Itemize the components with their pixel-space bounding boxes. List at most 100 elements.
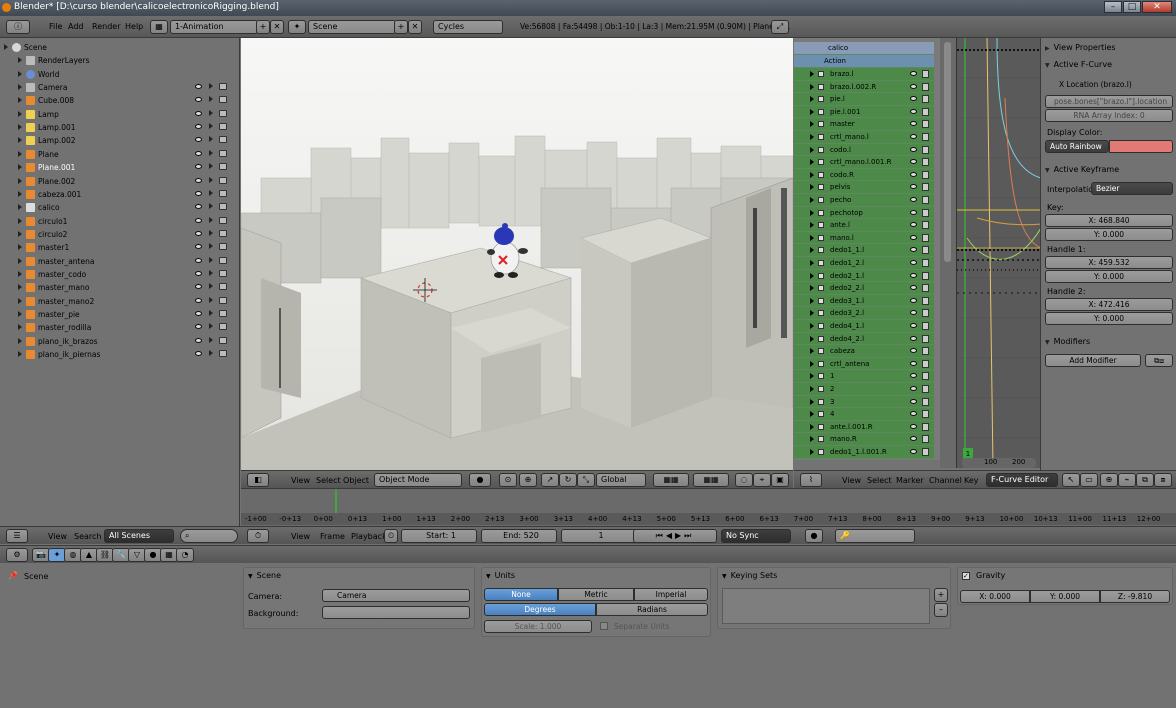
visibility-eye-icon[interactable] (910, 297, 917, 303)
visibility-eye-icon[interactable] (910, 323, 917, 328)
channel-checkbox[interactable] (818, 423, 824, 430)
expand-toggle-icon[interactable] (810, 411, 814, 418)
3d-viewport[interactable] (241, 38, 793, 470)
visibility-eye-icon[interactable] (195, 337, 202, 343)
gravity-x-field[interactable]: X: 0.000 (960, 590, 1030, 603)
outliner-item-label[interactable]: Plane (38, 148, 59, 161)
channel-action-row[interactable]: Action (794, 55, 934, 68)
paste-icon[interactable]: ⧈ (1154, 473, 1172, 487)
expand-toggle-icon[interactable] (18, 190, 24, 197)
menu-search[interactable]: Search (74, 532, 101, 541)
visibility-eye-icon[interactable] (910, 360, 917, 366)
lock-icon[interactable] (922, 296, 929, 305)
expand-toggle-icon[interactable] (18, 297, 24, 304)
outliner-row[interactable]: master_codo (0, 268, 240, 281)
render-camera-icon[interactable] (219, 350, 227, 358)
menu-view[interactable]: View (291, 532, 310, 541)
interpolation-select[interactable]: Bezier (1091, 182, 1173, 195)
expand-toggle-icon[interactable] (810, 108, 814, 115)
visibility-eye-icon[interactable] (910, 209, 917, 215)
minimize-button[interactable]: – (1104, 1, 1122, 13)
layers-grid-icon[interactable]: ▦▦ (653, 473, 689, 487)
manipulator-icon[interactable]: ⊕ (519, 473, 537, 487)
channel-row[interactable]: ante.l (794, 219, 934, 232)
render-camera-icon[interactable] (219, 323, 227, 331)
add-keying-set-button[interactable]: + (934, 588, 948, 602)
lock-icon[interactable] (922, 133, 929, 141)
expand-toggle-icon[interactable] (810, 146, 814, 153)
lock-icon[interactable] (922, 259, 929, 267)
lock-icon[interactable] (922, 158, 929, 167)
selectable-cursor-icon[interactable] (209, 323, 213, 330)
expand-toggle-icon[interactable] (810, 234, 814, 241)
channel-checkbox[interactable] (818, 335, 824, 342)
selectable-cursor-icon[interactable] (209, 149, 213, 156)
channel-row[interactable]: dedo3_2.l (794, 307, 934, 320)
channel-row[interactable]: master (794, 118, 934, 131)
channel-checkbox[interactable] (818, 83, 824, 90)
channel-checkbox[interactable] (818, 285, 824, 292)
expand-toggle-icon[interactable] (810, 209, 814, 216)
expand-toggle-icon[interactable] (18, 351, 24, 358)
lock-icon[interactable] (922, 70, 929, 78)
outliner-row[interactable]: World (0, 68, 240, 81)
render-camera-icon[interactable] (219, 296, 227, 304)
data-path-field[interactable]: pose.bones["brazo.l"].location (1045, 95, 1173, 108)
render-camera-icon[interactable] (219, 203, 227, 211)
selectable-cursor-icon[interactable] (209, 163, 213, 170)
visibility-eye-icon[interactable] (910, 335, 917, 341)
expand-toggle-icon[interactable] (810, 96, 814, 103)
add-modifier-button[interactable]: Add Modifier (1045, 354, 1141, 367)
outliner-row[interactable]: circulo2 (0, 228, 240, 241)
copy-modifiers-icon[interactable]: ⧉⧈ (1145, 354, 1173, 367)
channel-checkbox[interactable] (818, 96, 824, 103)
expand-toggle-icon[interactable] (810, 373, 814, 380)
expand-toggle-icon[interactable] (18, 337, 24, 344)
visibility-eye-icon[interactable] (195, 124, 202, 130)
menu-file[interactable]: File (49, 22, 62, 31)
render-camera-icon[interactable] (219, 216, 227, 224)
visibility-eye-icon[interactable] (910, 121, 917, 127)
render-camera-icon[interactable] (219, 83, 227, 91)
visibility-eye-icon[interactable] (195, 270, 202, 276)
channel-row[interactable]: dedo1_1.l.001.R (794, 446, 934, 459)
visibility-eye-icon[interactable] (910, 197, 917, 202)
shading-icon[interactable]: ● (469, 473, 491, 487)
radians-button[interactable]: Radians (596, 603, 708, 616)
background-field[interactable] (322, 606, 470, 619)
expand-toggle-icon[interactable] (810, 297, 814, 304)
menu-key[interactable]: Key (964, 476, 979, 485)
expand-toggle-icon[interactable] (810, 285, 814, 292)
expand-toggle-icon[interactable] (18, 230, 24, 237)
expand-toggle-icon[interactable] (810, 310, 814, 317)
lock-icon[interactable] (922, 145, 929, 154)
channel-row[interactable]: pie.l.001 (794, 105, 934, 119)
outliner-row[interactable]: Plane.002 (0, 175, 240, 188)
visibility-eye-icon[interactable] (910, 184, 917, 190)
channel-checkbox[interactable] (818, 398, 824, 405)
expand-toggle-icon[interactable] (18, 270, 24, 277)
pin-icon[interactable]: 📌 (8, 571, 18, 580)
channel-checkbox[interactable] (818, 134, 824, 140)
visibility-eye-icon[interactable] (910, 96, 917, 102)
layers-grid2-icon[interactable]: ▦▦ (693, 473, 729, 487)
outliner-row[interactable]: master_mano2 (0, 295, 240, 308)
selectable-cursor-icon[interactable] (209, 296, 213, 303)
add-layout-button[interactable]: + (256, 20, 270, 34)
outliner-item-label[interactable]: master1 (38, 241, 69, 254)
channel-checkbox[interactable] (818, 360, 824, 367)
channel-row[interactable]: ante.l.001.R (794, 420, 934, 434)
expand-toggle-icon[interactable] (810, 272, 814, 279)
channel-checkbox[interactable] (818, 197, 824, 203)
outliner-row[interactable]: master_rodilla (0, 321, 240, 334)
lock-icon[interactable] (922, 334, 929, 343)
expand-toggle-icon[interactable] (810, 423, 814, 430)
expand-toggle-icon[interactable] (18, 70, 24, 77)
timeline-ruler[interactable]: -1+00 -0+13 0+00 0+13 1+00 1+13 2+00 2+13 3+00 3+… (241, 513, 1176, 525)
expand-toggle-icon[interactable] (18, 97, 24, 104)
lock-icon[interactable] (922, 372, 929, 381)
expand-toggle-icon[interactable] (810, 436, 814, 443)
translate-icon[interactable]: ↗ (541, 473, 559, 487)
visibility-eye-icon[interactable] (195, 257, 202, 263)
timeline-current-frame[interactable] (335, 489, 337, 514)
